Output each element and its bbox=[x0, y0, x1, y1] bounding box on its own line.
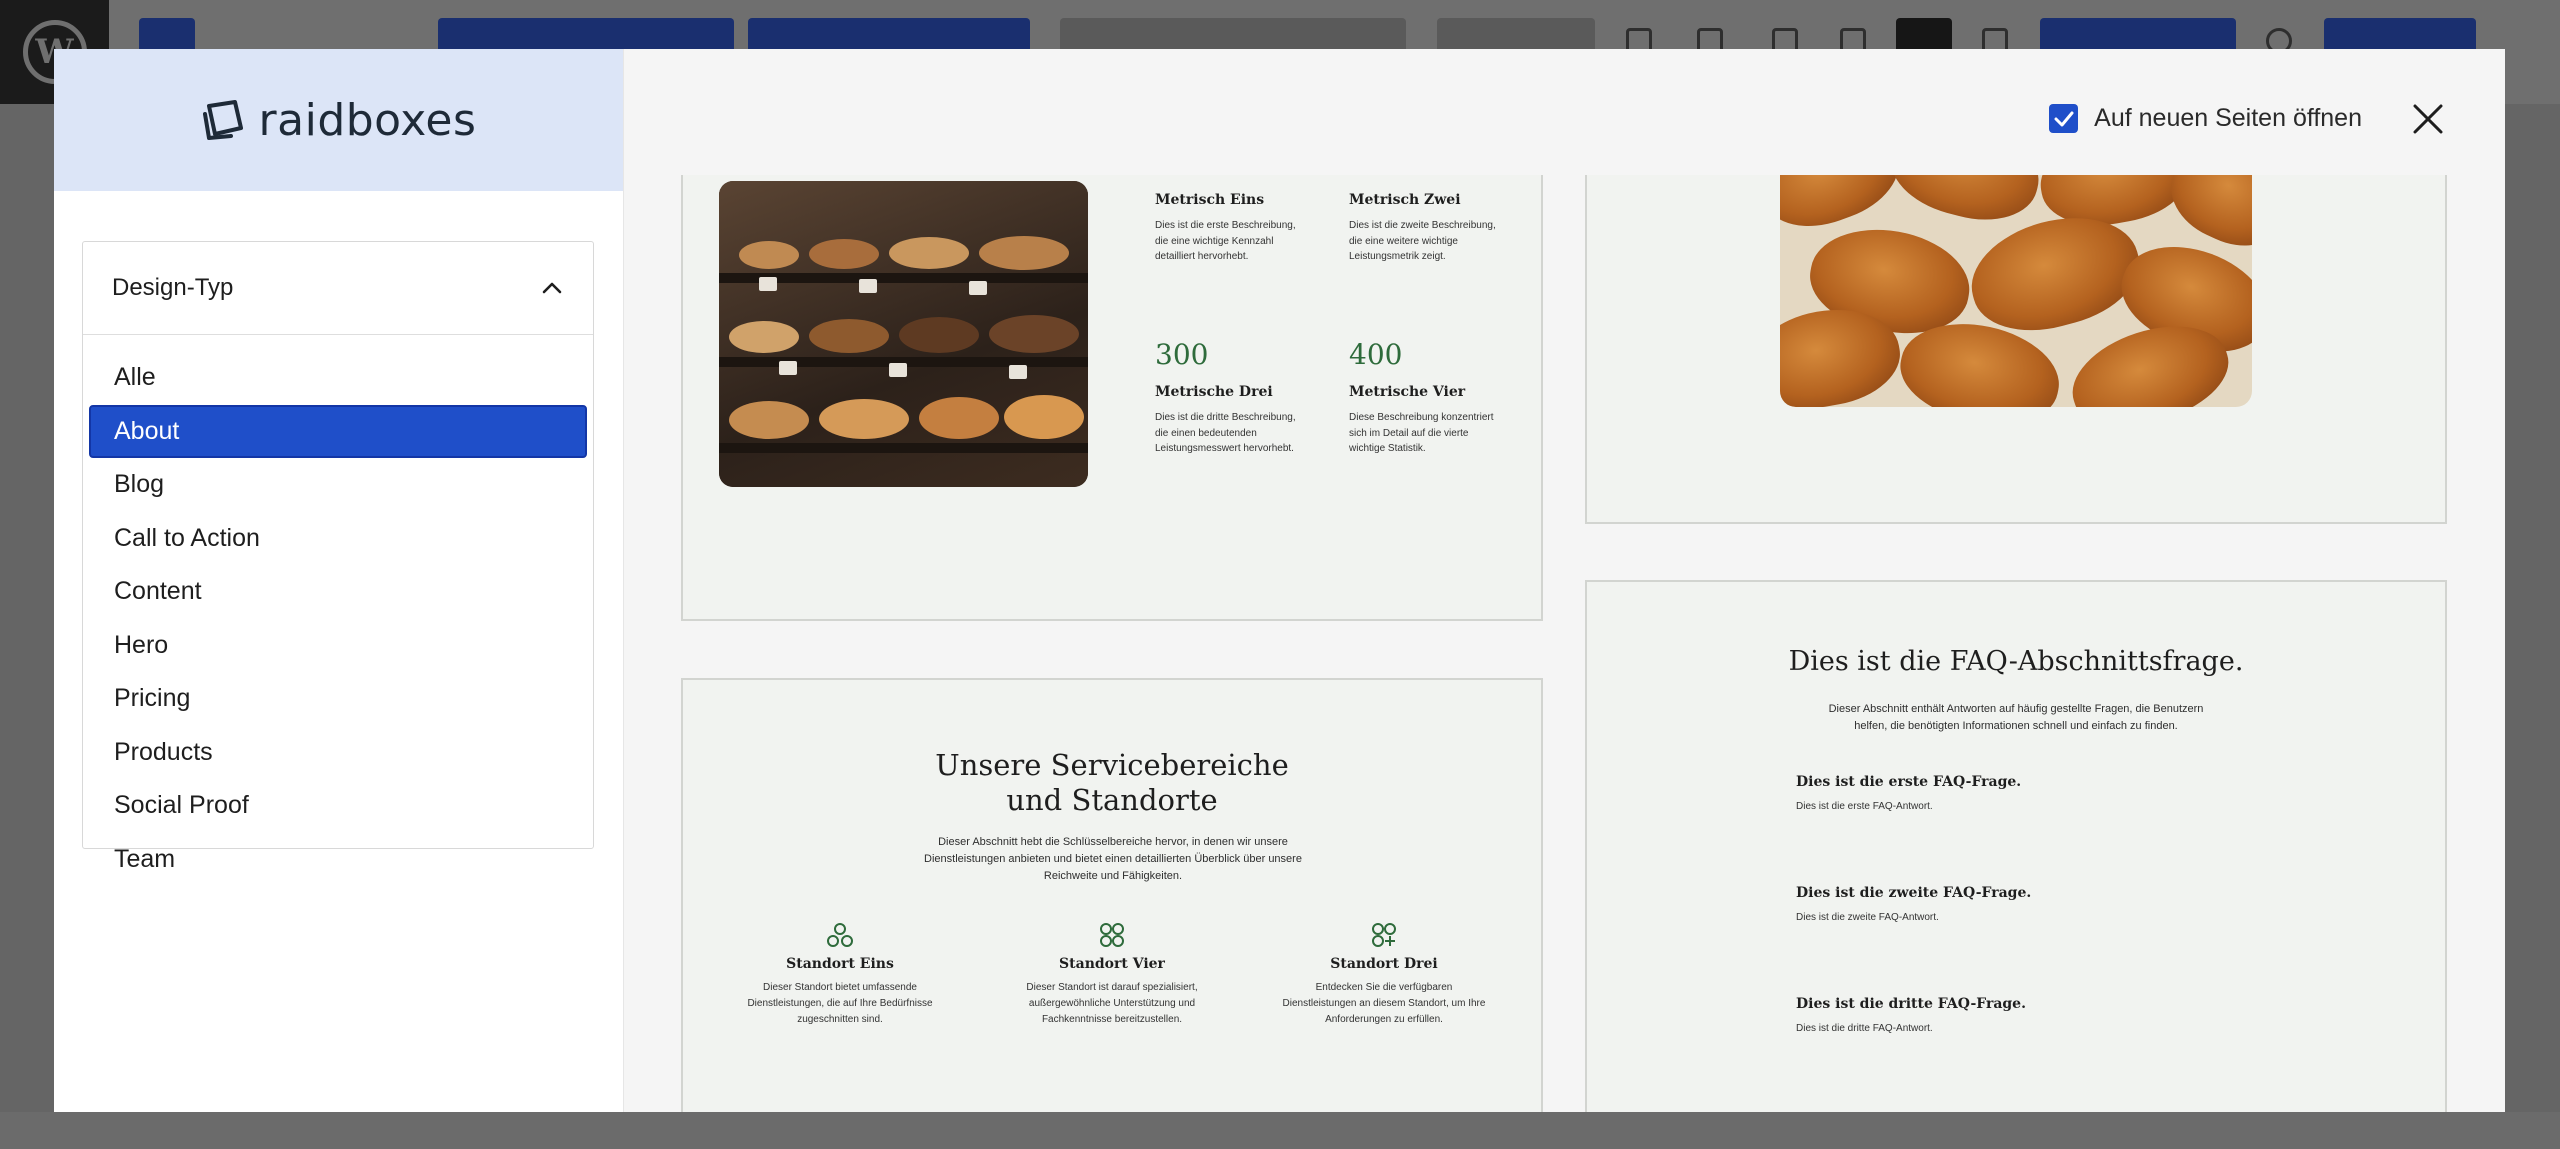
service-name: Standort Vier bbox=[1059, 956, 1165, 972]
filter-item-blog[interactable]: Blog bbox=[89, 458, 587, 512]
metric-description: Dies ist die dritte Beschreibung, die ei… bbox=[1155, 412, 1296, 454]
metric-label: Metrisch Eins bbox=[1155, 192, 1265, 208]
filter-item-alle[interactable]: Alle bbox=[89, 351, 587, 405]
metric-item: 400 Metrische Vier Diese Beschreibung ko… bbox=[1349, 341, 1499, 457]
metric-label: Metrische Drei bbox=[1155, 384, 1273, 400]
filter-item-call-to-action[interactable]: Call to Action bbox=[89, 512, 587, 566]
faq-title: Dies ist die FAQ-Abschnittsfrage. bbox=[1788, 646, 2244, 677]
service-item: Standort Eins Dieser Standort bietet umf… bbox=[735, 922, 945, 1028]
service-item: Standort Vier Dieser Standort ist darauf… bbox=[1007, 922, 1217, 1028]
services-description: Dieser Abschnitt hebt die Schlüsselberei… bbox=[924, 836, 1302, 882]
checkbox-checked-icon[interactable] bbox=[2049, 104, 2079, 133]
filter-item-hero[interactable]: Hero bbox=[89, 619, 587, 673]
raidboxes-logo-icon bbox=[201, 100, 245, 140]
faq-answer: Dies ist die dritte FAQ-Antwort. bbox=[1796, 1023, 1933, 1034]
pattern-sidebar: raidboxes Design-Typ Alle About Blog Cal… bbox=[54, 49, 624, 1112]
metric-description: Dies ist die zweite Beschreibung, die ei… bbox=[1349, 220, 1496, 262]
filter-item-team[interactable]: Team bbox=[89, 833, 587, 887]
metric-description: Diese Beschreibung konzentriert sich im … bbox=[1349, 412, 1494, 454]
pattern-card-image[interactable] bbox=[1585, 129, 2447, 524]
pattern-card-metrics[interactable]: 125 Metrisch Eins Dies ist die erste Bes… bbox=[681, 129, 1543, 621]
editor-footer-backdrop bbox=[0, 1112, 2560, 1149]
faq-question: Dies ist die erste FAQ-Frage. bbox=[1796, 774, 2022, 790]
filter-item-pricing[interactable]: Pricing bbox=[89, 672, 587, 726]
metric-value: 300 bbox=[1155, 338, 1209, 371]
service-description: Entdecken Sie die verfügbaren Dienstleis… bbox=[1282, 982, 1486, 1025]
brand-name: raidboxes bbox=[258, 94, 477, 146]
editor-canvas-backdrop bbox=[0, 104, 54, 1112]
metric-value: 400 bbox=[1349, 338, 1403, 371]
settings-sidebar-backdrop bbox=[2505, 104, 2560, 1112]
filter-item-content[interactable]: Content bbox=[89, 565, 587, 619]
faq-question: Dies ist die dritte FAQ-Frage. bbox=[1796, 996, 2026, 1012]
faq-description-line1: Dieser Abschnitt enthält Antworten auf h… bbox=[1828, 703, 2204, 715]
metric-label: Metrisch Zwei bbox=[1349, 192, 1461, 208]
bakery-display-image bbox=[719, 181, 1088, 487]
service-description: Dieser Standort bietet umfassende Dienst… bbox=[747, 982, 933, 1025]
pattern-card-services[interactable]: Unsere Servicebereiche und Standorte Die… bbox=[681, 678, 1543, 1112]
service-name: Standort Drei bbox=[1330, 956, 1438, 972]
filter-item-products[interactable]: Products bbox=[89, 726, 587, 780]
croissants-image bbox=[1780, 141, 2252, 407]
metric-item: 300 Metrische Drei Dies ist die dritte B… bbox=[1155, 341, 1305, 457]
faq-answer: Dies ist die erste FAQ-Antwort. bbox=[1796, 801, 1933, 812]
metric-description: Dies ist die erste Beschreibung, die ein… bbox=[1155, 220, 1296, 262]
design-type-title: Design-Typ bbox=[112, 274, 234, 301]
service-item: Standort Drei Entdecken Sie die verfügba… bbox=[1279, 922, 1489, 1028]
three-circles-icon bbox=[826, 922, 854, 948]
modal-header: Auf neuen Seiten öffnen bbox=[624, 49, 2505, 175]
services-title-line2: und Standorte bbox=[1006, 783, 1218, 817]
faq-answer: Dies ist die zweite FAQ-Antwort. bbox=[1796, 912, 1939, 923]
services-title-line1: Unsere Servicebereiche bbox=[935, 748, 1289, 782]
service-description: Dieser Standort ist darauf spezialisiert… bbox=[1026, 982, 1198, 1025]
brand-header: raidboxes bbox=[54, 49, 623, 191]
open-on-new-pages-label: Auf neuen Seiten öffnen bbox=[2094, 104, 2362, 132]
service-name: Standort Eins bbox=[786, 956, 894, 972]
pattern-library-modal: raidboxes Design-Typ Alle About Blog Cal… bbox=[54, 49, 2505, 1112]
design-type-filter: Design-Typ Alle About Blog Call to Actio… bbox=[82, 241, 594, 873]
pattern-card-faq[interactable]: Dies ist die FAQ-Abschnittsfrage. Dieser… bbox=[1585, 580, 2447, 1112]
pattern-grid-area[interactable]: Auf neuen Seiten öffnen Metrisch Eins Di… bbox=[624, 49, 2505, 1112]
design-type-list: Alle About Blog Call to Action Content H… bbox=[83, 335, 593, 886]
filter-item-social-proof[interactable]: Social Proof bbox=[89, 779, 587, 833]
faq-description-line2: helfen, die benötigten Informationen sch… bbox=[1854, 720, 2178, 732]
chevron-up-icon bbox=[539, 275, 565, 301]
design-type-toggle[interactable]: Design-Typ bbox=[83, 242, 593, 335]
metric-label: Metrische Vier bbox=[1349, 384, 1466, 400]
circles-plus-icon bbox=[1370, 922, 1398, 948]
faq-question: Dies ist die zweite FAQ-Frage. bbox=[1796, 885, 2032, 901]
four-circles-icon bbox=[1098, 922, 1126, 948]
open-on-new-pages-checkbox[interactable]: Auf neuen Seiten öffnen bbox=[2049, 104, 2362, 133]
filter-item-about[interactable]: About bbox=[89, 404, 587, 458]
close-icon[interactable] bbox=[2411, 102, 2445, 136]
